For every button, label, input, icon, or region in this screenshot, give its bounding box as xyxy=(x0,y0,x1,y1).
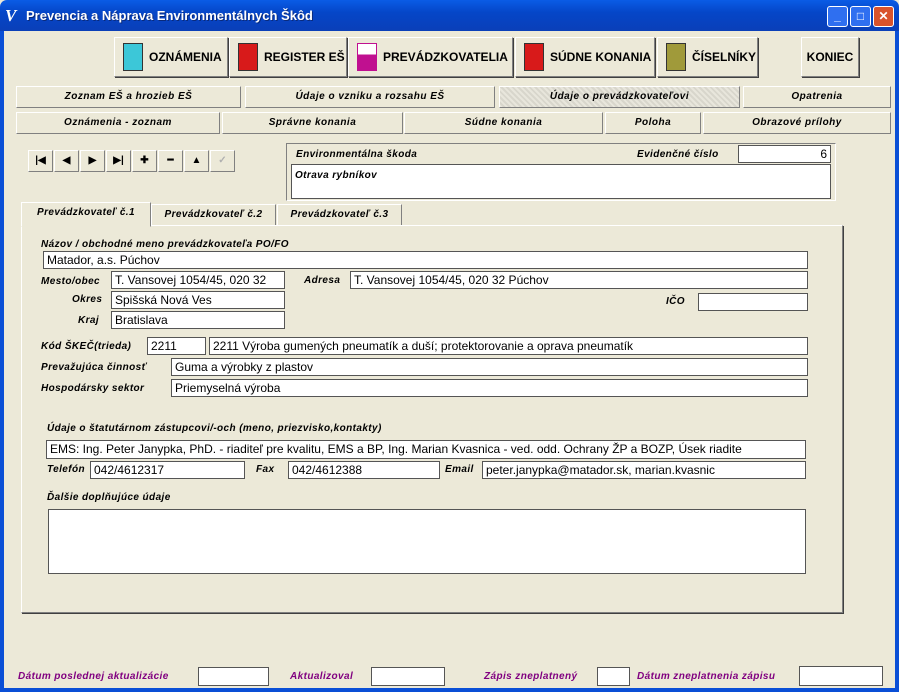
prevadzkovatelia-label: PREVÁDZKOVATELIA xyxy=(383,50,508,64)
tab-sudne-konania[interactable]: Súdne konania xyxy=(404,112,603,134)
register-button[interactable]: REGISTER EŠ xyxy=(229,37,347,77)
tab-prevadzkovatel-3[interactable]: Prevádzkovateľ č.3 xyxy=(277,204,402,226)
aktualizoval-label: Aktualizoval xyxy=(290,671,354,682)
datum-zneplatnenia-field[interactable] xyxy=(799,666,883,686)
delete-record-button[interactable]: ━ xyxy=(158,150,183,172)
tab-udaje-vznik[interactable]: Údaje o vzniku a rozsahu EŠ xyxy=(245,86,495,108)
evid-cislo-field[interactable]: 6 xyxy=(738,145,831,163)
env-skoda-field[interactable]: Otrava rybníkov xyxy=(291,164,831,199)
tab-obrazove-prilohy[interactable]: Obrazové prílohy xyxy=(703,112,891,134)
ciselniky-button[interactable]: ČÍSELNÍKY xyxy=(657,37,758,77)
env-skoda-label: Environmentálna škoda xyxy=(296,149,418,160)
email-label: Email xyxy=(445,464,474,475)
catalog-icon xyxy=(666,43,686,71)
sektor-label: Hospodársky sektor xyxy=(41,383,145,394)
dalsie-label: Ďalšie doplňujúce údaje xyxy=(47,492,171,503)
register-label: REGISTER EŠ xyxy=(264,50,345,64)
tab-zoznam-es[interactable]: Zoznam EŠ a hrozieb EŠ xyxy=(16,86,241,108)
oznamenia-button[interactable]: OZNÁMENIA xyxy=(114,37,228,77)
last-record-button[interactable]: ▶| xyxy=(106,150,131,172)
cinnost-label: Prevažujúca činnosť xyxy=(41,362,147,373)
datum-zneplatnenia-label: Dátum zneplatnenia zápisu xyxy=(637,671,776,682)
prevadzkovatelia-button[interactable]: PREVÁDZKOVATELIA xyxy=(348,37,513,77)
statutar-field[interactable]: EMS: Ing. Peter Janypka, PhD. - riaditeľ… xyxy=(46,440,806,459)
close-button[interactable]: ✕ xyxy=(873,6,894,27)
app-icon: V xyxy=(5,6,17,25)
ico-field[interactable] xyxy=(698,293,808,311)
koniec-button[interactable]: KONIEC xyxy=(801,37,859,77)
evid-cislo-label: Evidenčné číslo xyxy=(637,149,719,160)
mesto-label: Mesto/obec xyxy=(41,276,101,287)
aktualizoval-field[interactable] xyxy=(371,667,445,686)
skec-desc-field[interactable]: 2211 Výroba gumených pneumatík a duší; p… xyxy=(209,337,808,355)
sektor-field[interactable]: Priemyselná výroba xyxy=(171,379,808,397)
telefon-label: Telefón xyxy=(47,464,85,475)
factory-icon xyxy=(357,43,377,71)
first-record-button[interactable]: |◀ xyxy=(28,150,53,172)
window-title: Prevencia a Náprava Environmentálnych Šk… xyxy=(26,8,313,23)
telefon-field[interactable]: 042/4612317 xyxy=(90,461,245,479)
okres-label: Okres xyxy=(72,294,103,305)
tab-oznamenia-zoznam[interactable]: Oznámenia - zoznam xyxy=(16,112,220,134)
okres-field[interactable]: Spišská Nová Ves xyxy=(111,291,285,309)
sudne-konania-button[interactable]: SÚDNE KONANIA xyxy=(515,37,655,77)
cinnost-field[interactable]: Guma a výrobky z plastov xyxy=(171,358,808,376)
adresa-label: Adresa xyxy=(304,275,341,286)
nazov-label: Názov / obchodné meno prevádzkovateľa PO… xyxy=(41,239,289,250)
email-field[interactable]: peter.janypka@matador.sk, marian.kvasnic xyxy=(482,461,806,479)
next-record-button[interactable]: ▶ xyxy=(80,150,105,172)
fax-field[interactable]: 042/4612388 xyxy=(288,461,440,479)
add-record-button[interactable]: ✚ xyxy=(132,150,157,172)
mesto-field[interactable]: T. Vansovej 1054/45, 020 32 xyxy=(111,271,285,289)
ciselniky-label: ČÍSELNÍKY xyxy=(692,50,757,64)
kraj-label: Kraj xyxy=(78,315,100,326)
up-button[interactable]: ▲ xyxy=(184,150,209,172)
tab-prevadzkovatel-2[interactable]: Prevádzkovateľ č.2 xyxy=(151,204,276,226)
tab-spravne-konania[interactable]: Správne konania xyxy=(222,112,403,134)
adresa-field[interactable]: T. Vansovej 1054/45, 020 32 Púchov xyxy=(350,271,808,289)
skec-label: Kód ŠKEČ(trieda) xyxy=(41,341,132,352)
title-bar[interactable]: V Prevencia a Náprava Environmentálnych … xyxy=(0,0,899,31)
oznamenia-label: OZNÁMENIA xyxy=(149,50,222,64)
tab-poloha[interactable]: Poloha xyxy=(605,112,701,134)
minimize-button[interactable]: _ xyxy=(827,6,848,27)
document-icon xyxy=(123,43,143,71)
statutar-label: Údaje o štatutárnom zástupcovi/-och (men… xyxy=(47,423,382,434)
tab-opatrenia[interactable]: Opatrenia xyxy=(743,86,891,108)
fax-label: Fax xyxy=(256,464,275,475)
skec-code-field[interactable]: 2211 xyxy=(147,337,206,355)
maximize-button[interactable]: □ xyxy=(850,6,871,27)
tab-prevadzkovatel-1[interactable]: Prevádzkovateľ č.1 xyxy=(21,202,151,227)
kraj-field[interactable]: Bratislava xyxy=(111,311,285,329)
datum-aktualizacie-label: Dátum poslednej aktualizácie xyxy=(18,671,169,682)
save-record-button[interactable]: ✓ xyxy=(210,150,235,172)
ico-label: IČO xyxy=(666,296,685,307)
tab-udaje-prevadzkovatel[interactable]: Údaje o prevádzkovateľovi xyxy=(499,86,740,108)
prev-record-button[interactable]: ◀ xyxy=(54,150,79,172)
book-icon xyxy=(238,43,258,71)
datum-aktualizacie-field[interactable] xyxy=(198,667,269,686)
zapis-zneplatneny-field[interactable] xyxy=(597,667,630,686)
sudne-konania-label: SÚDNE KONANIA xyxy=(550,50,652,64)
book-icon xyxy=(524,43,544,71)
nazov-field[interactable]: Matador, a.s. Púchov xyxy=(43,251,808,269)
zapis-zneplatneny-label: Zápis zneplatnený xyxy=(484,671,578,682)
dalsie-field[interactable] xyxy=(48,509,806,574)
